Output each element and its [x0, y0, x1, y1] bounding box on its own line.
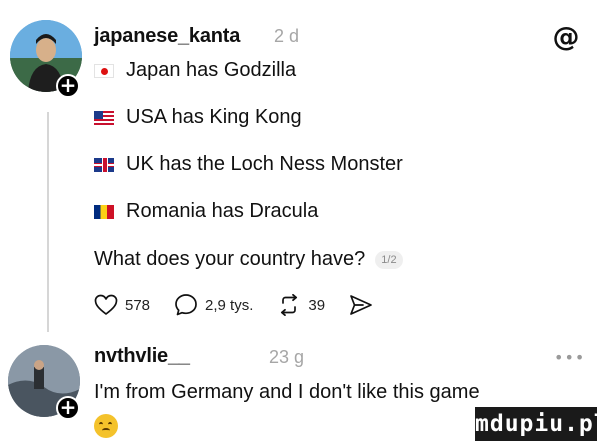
reply-timestamp: 23 g	[269, 347, 305, 367]
post-line-text: UK has the Loch Ness Monster	[126, 153, 403, 175]
heart-icon	[94, 294, 118, 315]
post-line-text: USA has King Kong	[126, 106, 302, 128]
comment-icon	[175, 294, 197, 316]
share-button[interactable]	[349, 294, 380, 316]
repost-icon	[281, 294, 298, 316]
romania-flag-icon	[94, 204, 114, 219]
post-line-text: Japan has Godzilla	[126, 59, 297, 81]
post-counter-badge: 1/2	[375, 250, 403, 269]
reply-username[interactable]: nvthvlie__	[94, 345, 190, 368]
post-question-text: What does your country have?	[94, 248, 366, 270]
repost-count: 39	[308, 296, 326, 314]
repost-button[interactable]: 39	[277, 294, 325, 316]
uk-flag-icon	[94, 157, 114, 172]
post-timestamp: 2 d	[274, 26, 300, 46]
post-line-usa: USA has King Kong	[94, 106, 302, 129]
reply-text: I'm from Germany and I don't like this g…	[94, 381, 480, 403]
post-question: What does your country have? 1/2	[94, 248, 403, 271]
post-line-uk: UK has the Loch Ness Monster	[94, 153, 403, 176]
usa-flag-icon	[94, 110, 114, 125]
reply-button[interactable]: 2,9 tys.	[174, 293, 253, 317]
more-options-icon[interactable]: •••	[554, 348, 585, 367]
post-username[interactable]: japanese_kanta	[94, 25, 240, 48]
like-count: 578	[125, 296, 151, 314]
japan-flag-icon	[94, 63, 114, 78]
threads-logo-icon[interactable]: @	[552, 24, 580, 52]
like-button[interactable]: 578	[94, 294, 150, 316]
emoji-mouth	[102, 428, 110, 433]
post-line-text: Romania has Dracula	[126, 200, 319, 222]
watermark-logo: mdupiu.pl	[475, 407, 600, 441]
follow-plus-icon[interactable]: +	[56, 74, 80, 98]
post-action-bar: 578 2,9 tys. 39	[94, 293, 404, 317]
post-line-romania: Romania has Dracula	[94, 200, 318, 223]
weary-face-emoji-icon	[94, 414, 118, 438]
follow-plus-icon[interactable]: +	[56, 396, 80, 420]
thread-connector-line	[47, 112, 49, 332]
post-line-japan: Japan has Godzilla	[94, 59, 296, 82]
reply-count: 2,9 tys.	[205, 296, 254, 314]
send-icon	[350, 295, 372, 315]
